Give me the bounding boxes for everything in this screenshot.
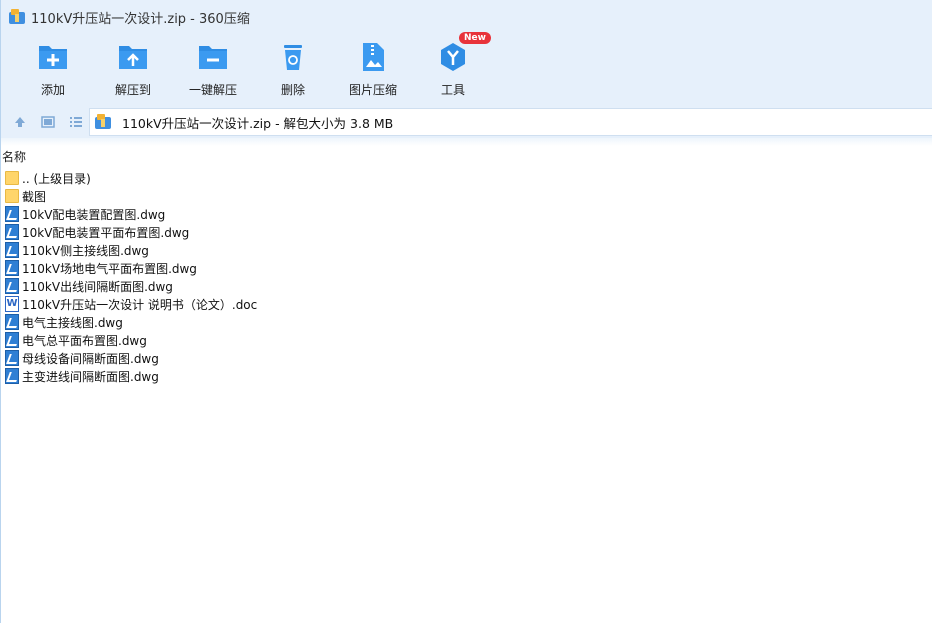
dwg-file-icon [5, 368, 19, 384]
extract-to-button[interactable]: 解压到 [93, 34, 173, 100]
file-name: 10kV配电装置配置图.dwg [22, 207, 166, 222]
list-item[interactable]: 截图 [5, 187, 605, 205]
address-text: 110kV升压站一次设计.zip - 解包大小为 3.8 MB [122, 115, 394, 131]
image-compress-icon [363, 43, 384, 71]
delete-label: 删除 [280, 83, 305, 97]
address-row: 110kV升压站一次设计.zip - 解包大小为 3.8 MB [1, 106, 932, 138]
list-item[interactable]: W 110kV升压站一次设计 说明书（论文）.doc [5, 295, 605, 313]
delete-icon [284, 45, 302, 70]
one-click-extract-icon [199, 46, 227, 69]
dwg-file-icon [5, 314, 19, 330]
file-name: 母线设备间隔断面图.dwg [22, 351, 159, 366]
list-view-button[interactable] [63, 109, 89, 135]
toolbar: 添加 解压到 一键解压 删除 图片压缩 New 工具 [1, 32, 932, 106]
list-item[interactable]: 电气总平面布置图.dwg [5, 331, 605, 349]
file-name: 截图 [22, 189, 47, 204]
arrow-up-icon [15, 117, 25, 127]
title-bar: 110kV升压站一次设计.zip - 360压缩 [1, 0, 932, 34]
one-click-extract-label: 一键解压 [188, 83, 237, 97]
file-name: 110kV出线间隔断面图.dwg [22, 279, 173, 294]
add-folder-icon [39, 46, 67, 69]
list-view-icon [70, 117, 82, 127]
tools-icon [441, 43, 465, 71]
column-header-name[interactable]: 名称 [2, 148, 26, 165]
divider [1, 138, 932, 146]
file-name: .. (上级目录) [22, 171, 91, 186]
image-compress-label: 图片压缩 [348, 83, 397, 97]
file-name: 110kV场地电气平面布置图.dwg [22, 261, 197, 276]
up-level-button[interactable] [7, 109, 33, 135]
zip-archive-icon [95, 114, 111, 130]
word-doc-icon: W [5, 296, 19, 312]
extract-to-label: 解压到 [114, 83, 151, 97]
image-compress-button[interactable]: 图片压缩 [333, 34, 413, 100]
file-name: 电气总平面布置图.dwg [22, 333, 147, 348]
add-button[interactable]: 添加 [13, 34, 93, 100]
file-list: .. (上级目录) 截图 10kV配电装置配置图.dwg 10kV配电装置平面布… [5, 169, 605, 385]
dwg-file-icon [5, 242, 19, 258]
one-click-extract-button[interactable]: 一键解压 [173, 34, 253, 100]
address-bar[interactable]: 110kV升压站一次设计.zip - 解包大小为 3.8 MB [89, 108, 932, 136]
dwg-file-icon [5, 350, 19, 366]
list-item[interactable]: 电气主接线图.dwg [5, 313, 605, 331]
tools-label: 工具 [440, 83, 465, 97]
file-name: 110kV侧主接线图.dwg [22, 243, 149, 258]
dwg-file-icon [5, 278, 19, 294]
app-window: 110kV升压站一次设计.zip - 360压缩 添加 解压到 一键解压 删除 … [0, 0, 932, 623]
dwg-file-icon [5, 206, 19, 222]
dwg-file-icon [5, 260, 19, 276]
file-name: 电气主接线图.dwg [22, 315, 123, 330]
list-item[interactable]: 110kV侧主接线图.dwg [5, 241, 605, 259]
delete-button[interactable]: 删除 [253, 34, 333, 100]
thumbnail-view-icon [41, 116, 55, 128]
list-item[interactable]: .. (上级目录) [5, 169, 605, 187]
list-item[interactable]: 主变进线间隔断面图.dwg [5, 367, 605, 385]
folder-icon [5, 188, 19, 204]
list-item[interactable]: 10kV配电装置平面布置图.dwg [5, 223, 605, 241]
zip-archive-icon [9, 9, 25, 25]
list-item[interactable]: 110kV场地电气平面布置图.dwg [5, 259, 605, 277]
dwg-file-icon [5, 224, 19, 240]
list-item[interactable]: 母线设备间隔断面图.dwg [5, 349, 605, 367]
new-badge: New [459, 32, 491, 44]
file-name: 主变进线间隔断面图.dwg [22, 369, 159, 384]
extract-to-icon [119, 46, 147, 69]
list-item[interactable]: 10kV配电装置配置图.dwg [5, 205, 605, 223]
file-name: 110kV升压站一次设计 说明书（论文）.doc [22, 297, 258, 312]
window-title: 110kV升压站一次设计.zip - 360压缩 [31, 11, 250, 27]
tools-button[interactable]: New 工具 [413, 32, 493, 100]
file-name: 10kV配电装置平面布置图.dwg [22, 225, 190, 240]
folder-icon [5, 170, 19, 186]
list-item[interactable]: 110kV出线间隔断面图.dwg [5, 277, 605, 295]
dwg-file-icon [5, 332, 19, 348]
add-label: 添加 [40, 83, 65, 97]
thumbnail-view-button[interactable] [35, 109, 61, 135]
